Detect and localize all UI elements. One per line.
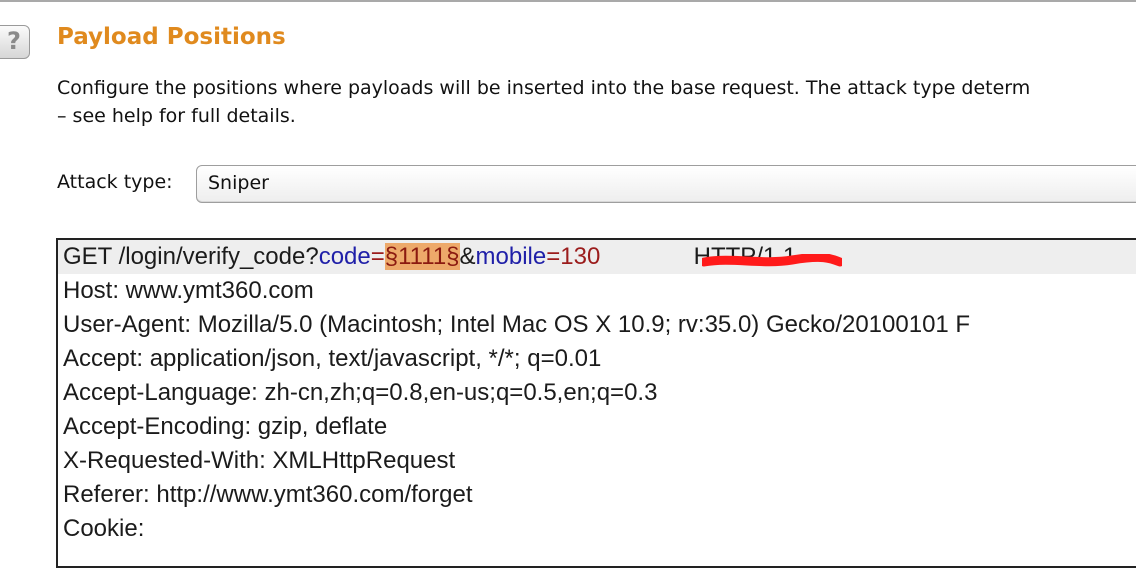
request-header-cookie[interactable]: Cookie: xyxy=(63,512,151,546)
attack-type-value: Sniper xyxy=(208,172,269,194)
section-description: Configure the positions where payloads w… xyxy=(57,74,1030,130)
redaction-scribble xyxy=(702,254,842,267)
description-line-1: Configure the positions where payloads w… xyxy=(57,77,1031,99)
redacted-gap xyxy=(600,243,693,270)
param-separator: & xyxy=(459,243,476,270)
param-equals: = xyxy=(370,243,385,270)
help-icon[interactable]: ? xyxy=(0,25,30,59)
attack-type-select[interactable]: Sniper xyxy=(196,165,1136,203)
param-equals: = xyxy=(546,243,561,270)
request-header-accept[interactable]: Accept: application/json, text/javascrip… xyxy=(63,342,601,376)
request-line[interactable]: GET /login/verify_code?code=§1111§&mobil… xyxy=(63,240,796,274)
request-header-accept-encoding[interactable]: Accept-Encoding: gzip, deflate xyxy=(63,410,387,444)
payload-position-marker[interactable]: §1111§ xyxy=(384,243,460,270)
attack-type-label: Attack type: xyxy=(57,171,173,193)
request-header-host[interactable]: Host: www.ymt360.com xyxy=(63,274,314,308)
request-header-x-requested-with[interactable]: X-Requested-With: XMLHttpRequest xyxy=(63,444,455,478)
request-editor[interactable]: GET /login/verify_code?code=§1111§&mobil… xyxy=(56,238,1136,568)
param-value-mobile: 130 xyxy=(560,243,601,270)
request-header-accept-language[interactable]: Accept-Language: zh-cn,zh;q=0.8,en-us;q=… xyxy=(63,376,657,410)
top-divider xyxy=(0,0,1136,2)
description-line-2: – see help for full details. xyxy=(57,105,296,127)
request-method-path: GET /login/verify_code? xyxy=(63,243,319,270)
param-name-mobile: mobile xyxy=(475,243,547,270)
request-header-user-agent[interactable]: User-Agent: Mozilla/5.0 (Macintosh; Inte… xyxy=(63,308,970,342)
request-header-referer[interactable]: Referer: http://www.ymt360.com/forget xyxy=(63,478,473,512)
param-name-code: code xyxy=(318,243,371,270)
section-title: Payload Positions xyxy=(57,24,286,50)
